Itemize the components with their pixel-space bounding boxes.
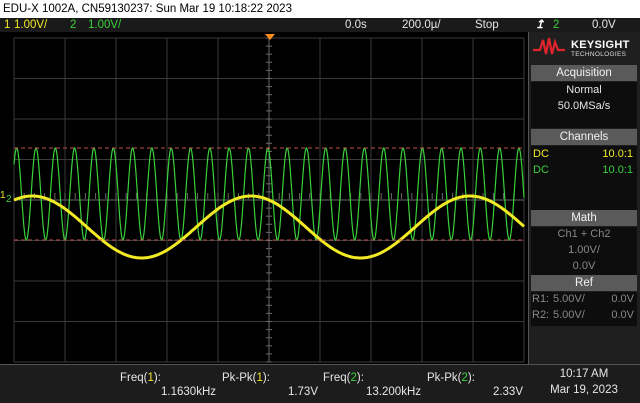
- math-offset: 0.0V: [572, 260, 596, 272]
- window-title: EDU-X 1002A, CN59130237: Sun Mar 19 10:1…: [0, 0, 640, 18]
- keysight-wave-icon: [533, 37, 565, 55]
- brand-name: KEYSIGHT: [571, 39, 630, 51]
- waveform-svg: 1 2: [0, 34, 526, 363]
- meas-pkpk1-value: 1.73V: [287, 386, 318, 398]
- math-scale: 1.00V/: [568, 244, 600, 256]
- waveform-display[interactable]: 1 2: [0, 32, 528, 364]
- channels-panel[interactable]: DC 10.0:1 DC 10.0:1: [531, 146, 637, 210]
- ref-r1-scale: 5.00V/: [553, 293, 585, 305]
- keysight-logo: KEYSIGHT TECHNOLOGIES: [531, 36, 639, 62]
- trigger-position-marker[interactable]: [265, 34, 275, 40]
- ref-panel[interactable]: R1: 5.00V/ 0.0V R2: 5.00V/ 0.0V: [531, 292, 637, 326]
- ch2-scale[interactable]: 1.00V/: [88, 18, 121, 32]
- acquisition-panel[interactable]: Normal 50.0MSa/s: [531, 82, 637, 128]
- ref-r2-label: R2:: [532, 309, 550, 321]
- ch1-coupling: DC: [533, 148, 549, 160]
- status-bar: 1 1.00V/ 2 1.00V/ 0.0s 200.0µ/ Stop ↥ 2 …: [0, 18, 640, 32]
- math-panel[interactable]: Ch1 + Ch2 1.00V/ 0.0V: [531, 227, 637, 275]
- ch1-scale[interactable]: 1.00V/: [14, 18, 47, 32]
- meas-freq2-label[interactable]: Freq(2):: [323, 372, 364, 384]
- ref-r1-offset: 0.0V: [611, 293, 634, 305]
- meas-freq1-value: 1.1630kHz: [161, 386, 216, 398]
- run-state[interactable]: Stop: [475, 18, 499, 32]
- math-function: Ch1 + Ch2: [557, 228, 611, 240]
- meas-pkpk2-label[interactable]: Pk-Pk(2):: [427, 372, 475, 384]
- ch1-indicator[interactable]: 1: [4, 18, 10, 32]
- meas-freq2-value: 13.200kHz: [366, 386, 421, 398]
- acquisition-mode: Normal: [566, 84, 602, 96]
- acquisition-header[interactable]: Acquisition: [531, 65, 637, 81]
- trigger-edge-icon: ↥: [535, 19, 545, 31]
- ref-header[interactable]: Ref: [531, 275, 637, 291]
- meas-freq1-label[interactable]: Freq(1):: [120, 372, 161, 384]
- trigger-source[interactable]: 2: [553, 18, 559, 32]
- time-offset[interactable]: 0.0s: [345, 18, 367, 32]
- meas-pkpk1-label[interactable]: Pk-Pk(1):: [222, 372, 270, 384]
- side-panel: KEYSIGHT TECHNOLOGIES Acquisition Normal…: [528, 32, 640, 364]
- channels-header[interactable]: Channels: [531, 129, 637, 145]
- clock-date: Mar 19, 2023: [550, 384, 618, 396]
- ch2-probe: 10.0:1: [602, 164, 633, 176]
- brand-sub: TECHNOLOGIES: [571, 51, 627, 58]
- ch2-indicator[interactable]: 2: [70, 18, 76, 32]
- ref-r1-label: R1:: [532, 293, 550, 305]
- trigger-level[interactable]: 0.0V: [592, 18, 616, 32]
- ref-r2-scale: 5.00V/: [553, 309, 585, 321]
- clock-time: 10:17 AM: [559, 368, 609, 380]
- ch2-coupling: DC: [533, 164, 549, 176]
- ref-r2-offset: 0.0V: [611, 309, 634, 321]
- acquisition-rate: 50.0MSa/s: [557, 100, 611, 112]
- meas-pkpk2-value: 2.33V: [492, 386, 523, 398]
- timebase[interactable]: 200.0µ/: [402, 18, 441, 32]
- math-header[interactable]: Math: [531, 210, 637, 226]
- ch1-probe: 10.0:1: [602, 148, 633, 160]
- ch2-ground-marker[interactable]: 2: [6, 194, 12, 205]
